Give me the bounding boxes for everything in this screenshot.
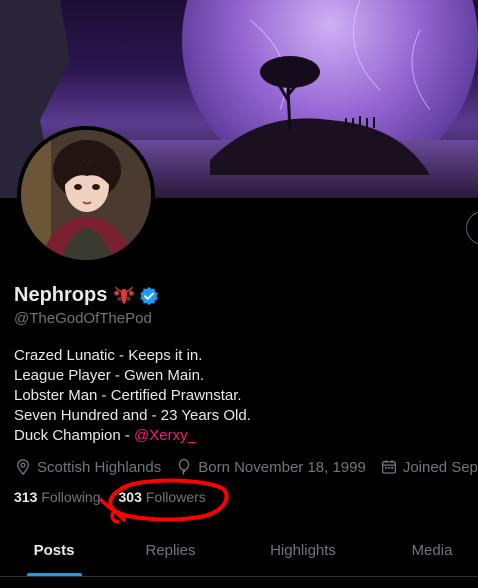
bio-line: Seven Hundred and - 23 Years Old. xyxy=(14,407,251,424)
meta-joined: Joined Sep xyxy=(380,458,478,476)
balloon-icon xyxy=(179,458,190,475)
avatar-portrait xyxy=(21,130,151,260)
tabs-divider xyxy=(0,576,478,577)
following-count: 313 xyxy=(14,489,38,505)
lobster-emoji-icon xyxy=(114,286,135,304)
user-handle: @TheGodOfThePod xyxy=(14,310,152,327)
display-name: Nephrops xyxy=(14,284,108,306)
tab-highlights[interactable]: Highlights xyxy=(233,522,373,578)
meta-location: Scottish Highlands xyxy=(14,458,161,476)
profile-meta: Scottish Highlands Born November 18, 199… xyxy=(14,458,478,476)
bio-line: Duck Champion - @Xerxy_ xyxy=(14,426,251,446)
calendar-icon xyxy=(381,460,396,474)
verified-badge-icon[interactable] xyxy=(139,286,159,306)
bio-line: Crazed Lunatic - Keeps it in. xyxy=(14,347,203,364)
followers-link[interactable]: 303 Followers xyxy=(119,489,206,505)
followers-label: Followers xyxy=(145,489,206,505)
bio: Crazed Lunatic - Keeps it in. League Pla… xyxy=(14,346,251,446)
tab-posts[interactable]: Posts xyxy=(0,522,108,578)
avatar[interactable] xyxy=(17,126,155,264)
followers-count: 303 xyxy=(118,489,142,505)
bio-line: Lobster Man - Certified Prawnstar. xyxy=(14,387,242,404)
edit-profile-button[interactable] xyxy=(466,211,478,245)
tab-media[interactable]: Media xyxy=(373,522,478,578)
bio-line-text: Duck Champion - xyxy=(14,427,135,444)
follow-stats: 313 Following 303 Followers xyxy=(14,489,206,505)
mention-link[interactable]: @Xerxy_ xyxy=(134,427,196,444)
profile-tabs: Posts Replies Highlights Media xyxy=(0,522,478,580)
born-text: Born November 18, 1999 xyxy=(198,458,366,476)
following-link[interactable]: 313 Following xyxy=(14,489,101,505)
location-text: Scottish Highlands xyxy=(37,458,162,476)
location-pin-icon xyxy=(17,459,29,476)
name-row: Nephrops xyxy=(14,284,159,307)
bio-line: League Player - Gwen Main. xyxy=(14,367,205,384)
tab-replies[interactable]: Replies xyxy=(108,522,233,578)
meta-born: Born November 18, 1999 xyxy=(175,458,366,476)
joined-text: Joined Sep xyxy=(402,458,478,476)
following-label: Following xyxy=(41,489,101,505)
